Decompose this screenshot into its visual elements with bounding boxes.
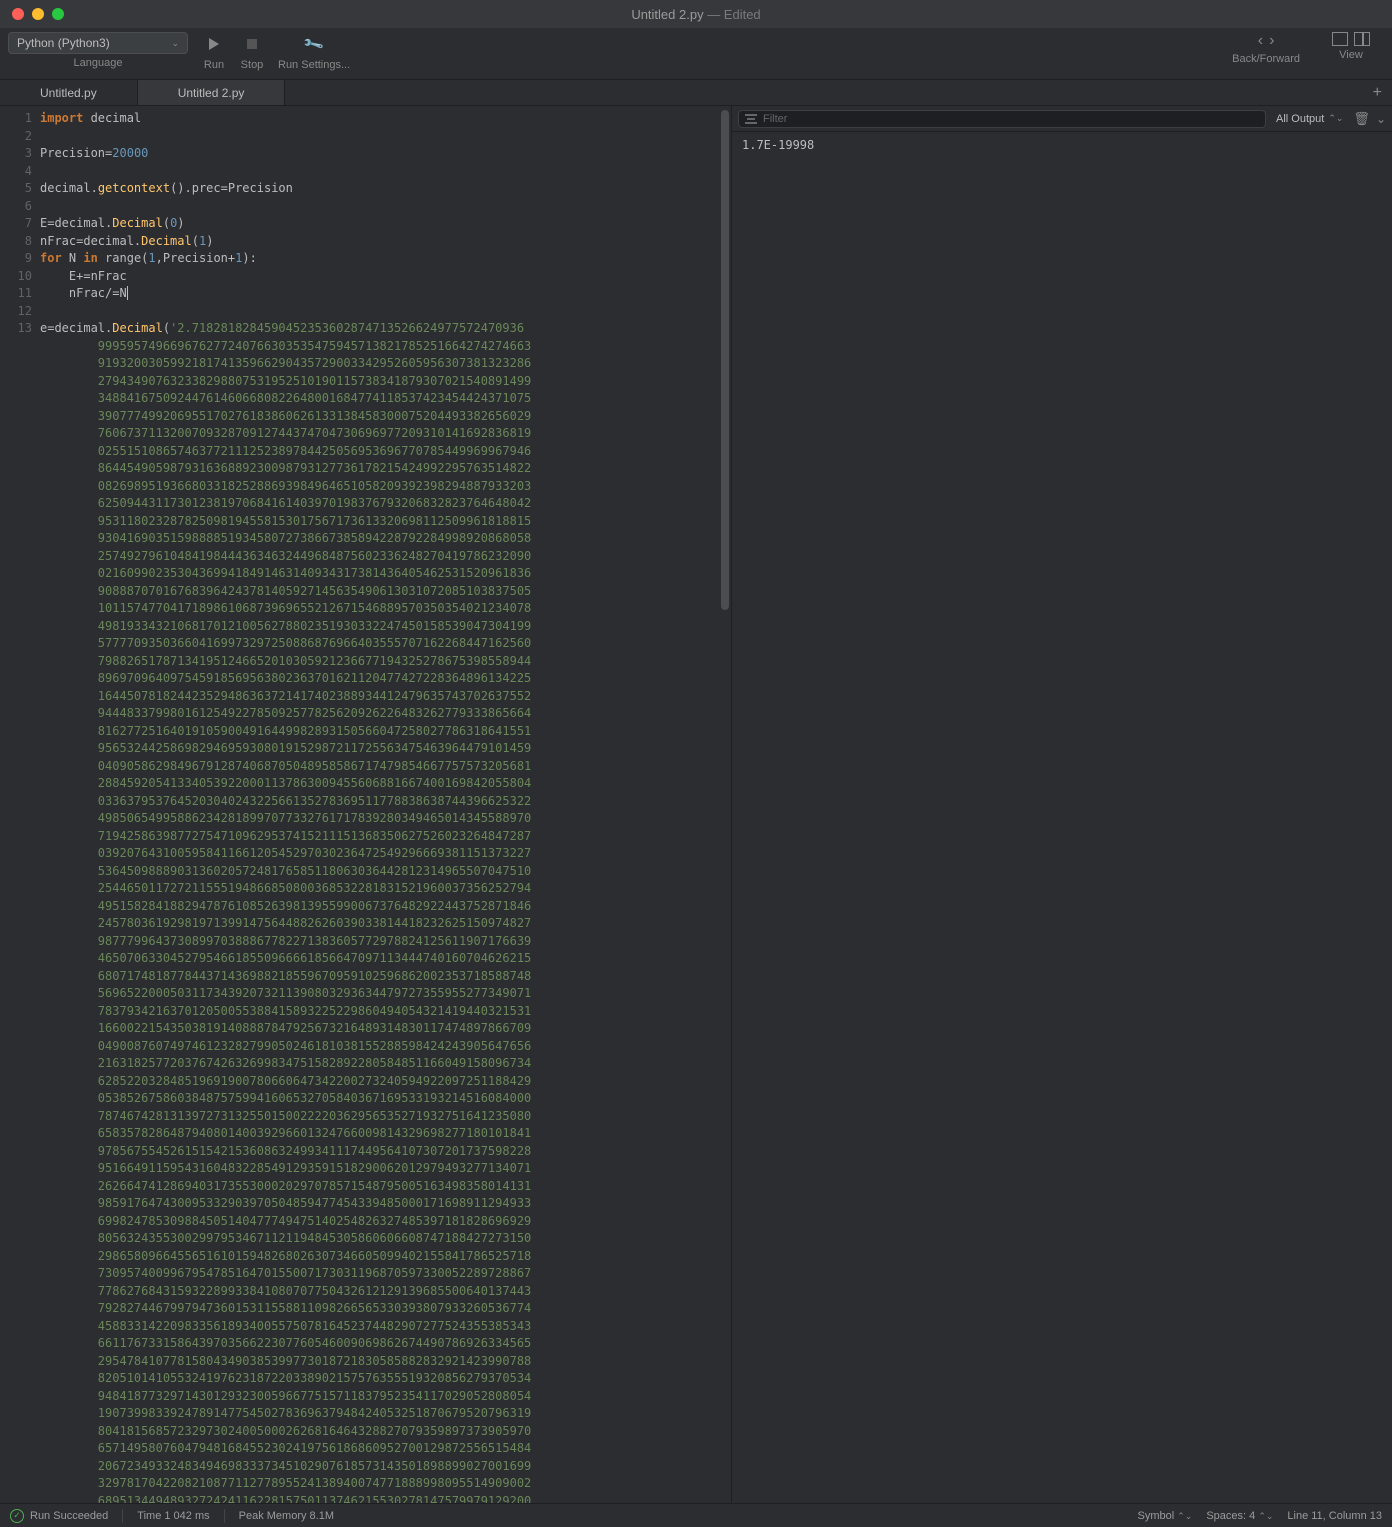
zoom-window-button[interactable]	[52, 8, 64, 20]
editor-pane: 12345678910111213 import decimal Precisi…	[0, 106, 732, 1503]
stop-icon	[247, 39, 257, 49]
check-circle-icon: ✓	[10, 1509, 24, 1523]
filter-placeholder: Filter	[763, 113, 787, 125]
nav-group: ‹ › Back/Forward	[1232, 32, 1300, 65]
traffic-lights	[12, 8, 64, 20]
status-right: Symbol ⌃⌄ Spaces: 4 ⌃⌄ Line 11, Column 1…	[1137, 1510, 1382, 1522]
minimize-window-button[interactable]	[32, 8, 44, 20]
run-status: ✓ Run Succeeded	[10, 1509, 108, 1523]
title-filename: Untitled 2.py	[631, 7, 703, 22]
scrollbar-thumb[interactable]	[721, 110, 729, 610]
language-group: Python (Python3) ⌄ Language	[8, 32, 188, 69]
forward-button[interactable]: ›	[1269, 32, 1274, 50]
new-tab-button[interactable]: +	[1363, 80, 1392, 105]
back-button[interactable]: ‹	[1258, 32, 1263, 50]
run-button[interactable]	[202, 32, 226, 56]
editor-scrollbar[interactable]	[719, 106, 731, 1503]
run-settings-group: 🔧 Run Settings...	[278, 32, 350, 71]
chevron-updown-icon: ⌄	[171, 38, 179, 49]
status-bar: ✓ Run Succeeded Time 1 042 ms Peak Memor…	[0, 1503, 1392, 1527]
line-number-gutter: 12345678910111213	[0, 106, 40, 1503]
main-split: 12345678910111213 import decimal Precisi…	[0, 106, 1392, 1503]
clear-output-button[interactable]: 🗑	[1353, 111, 1370, 127]
wrench-icon: 🔧	[302, 32, 326, 55]
nav-label: Back/Forward	[1232, 53, 1300, 65]
status-spaces[interactable]: Spaces: 4 ⌃⌄	[1206, 1510, 1273, 1522]
stop-group: Stop	[240, 32, 264, 71]
toolbar-right: ‹ › Back/Forward View	[1232, 32, 1384, 65]
output-filter-input[interactable]: Filter	[738, 110, 1266, 128]
window-title: Untitled 2.py — Edited	[0, 7, 1392, 22]
close-window-button[interactable]	[12, 8, 24, 20]
output-scope-label: All Output	[1276, 113, 1324, 125]
run-status-text: Run Succeeded	[30, 1510, 108, 1522]
run-group: Run	[202, 32, 226, 71]
tab-untitled2[interactable]: Untitled 2.py	[138, 80, 286, 105]
tab-bar: Untitled.py Untitled 2.py +	[0, 80, 1392, 106]
stop-button[interactable]	[240, 32, 264, 56]
output-body[interactable]: 1.7E-19998	[732, 132, 1392, 1503]
run-settings-button[interactable]: 🔧	[302, 32, 326, 56]
output-toolbar: Filter All Output ⌃⌄ 🗑 ⌄	[732, 106, 1392, 132]
language-selector[interactable]: Python (Python3) ⌄	[8, 32, 188, 54]
title-edited-indicator: — Edited	[704, 7, 761, 22]
toolbar: Python (Python3) ⌄ Language Run Stop 🔧 R…	[0, 28, 1392, 80]
run-label: Run	[204, 59, 224, 71]
stop-label: Stop	[241, 59, 264, 71]
code-editor[interactable]: import decimal Precision=20000 decimal.g…	[40, 106, 719, 1503]
play-icon	[209, 38, 219, 50]
output-line: 1.7E-19998	[742, 138, 1382, 152]
view-group: View	[1332, 32, 1370, 61]
status-symbol[interactable]: Symbol ⌃⌄	[1137, 1510, 1192, 1522]
language-value: Python (Python3)	[17, 36, 110, 50]
view-split-button[interactable]	[1354, 32, 1370, 46]
chevron-updown-icon: ⌃⌄	[1328, 113, 1343, 124]
status-cursor-position[interactable]: Line 11, Column 13	[1287, 1510, 1382, 1522]
separator	[224, 1509, 225, 1523]
view-single-button[interactable]	[1332, 32, 1348, 46]
language-label: Language	[74, 57, 123, 69]
window-titlebar: Untitled 2.py — Edited	[0, 0, 1392, 28]
run-settings-label: Run Settings...	[278, 59, 350, 71]
filter-icon	[745, 114, 757, 124]
separator	[122, 1509, 123, 1523]
output-menu-button[interactable]: ⌄	[1376, 112, 1386, 126]
status-time: Time 1 042 ms	[137, 1510, 209, 1522]
status-memory: Peak Memory 8.1M	[239, 1510, 334, 1522]
output-scope-dropdown[interactable]: All Output ⌃⌄	[1272, 111, 1347, 127]
tab-untitled[interactable]: Untitled.py	[0, 80, 138, 105]
view-label: View	[1339, 49, 1363, 61]
output-pane: Filter All Output ⌃⌄ 🗑 ⌄ 1.7E-19998	[732, 106, 1392, 1503]
